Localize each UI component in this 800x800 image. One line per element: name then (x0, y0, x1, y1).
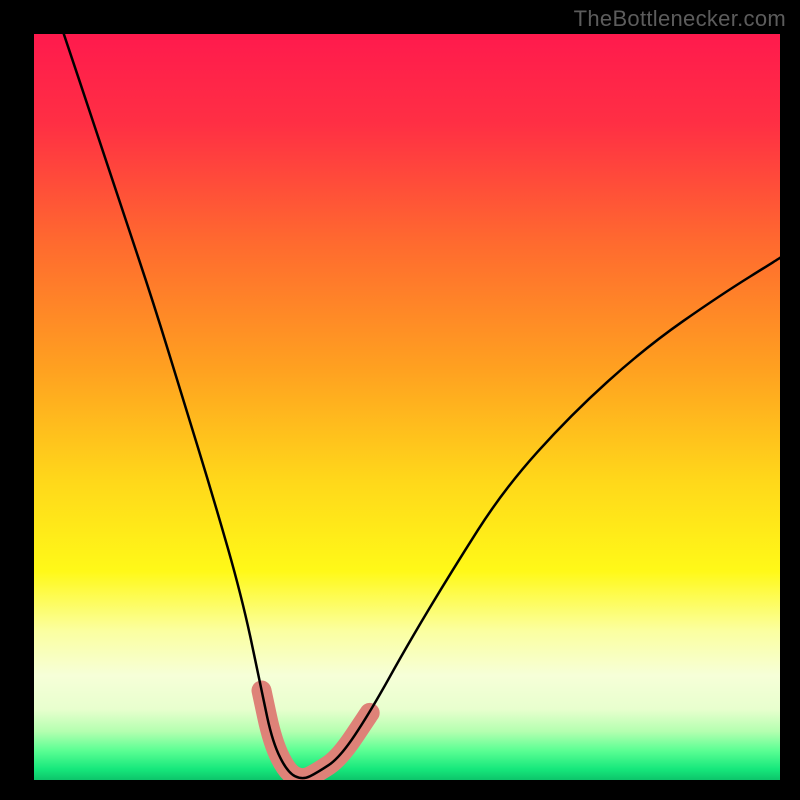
plot-area (34, 34, 780, 780)
watermark-text: TheBottlenecker.com (574, 6, 786, 32)
curve-layer (34, 34, 780, 780)
bottleneck-curve (64, 34, 780, 778)
marker-band (262, 691, 370, 779)
